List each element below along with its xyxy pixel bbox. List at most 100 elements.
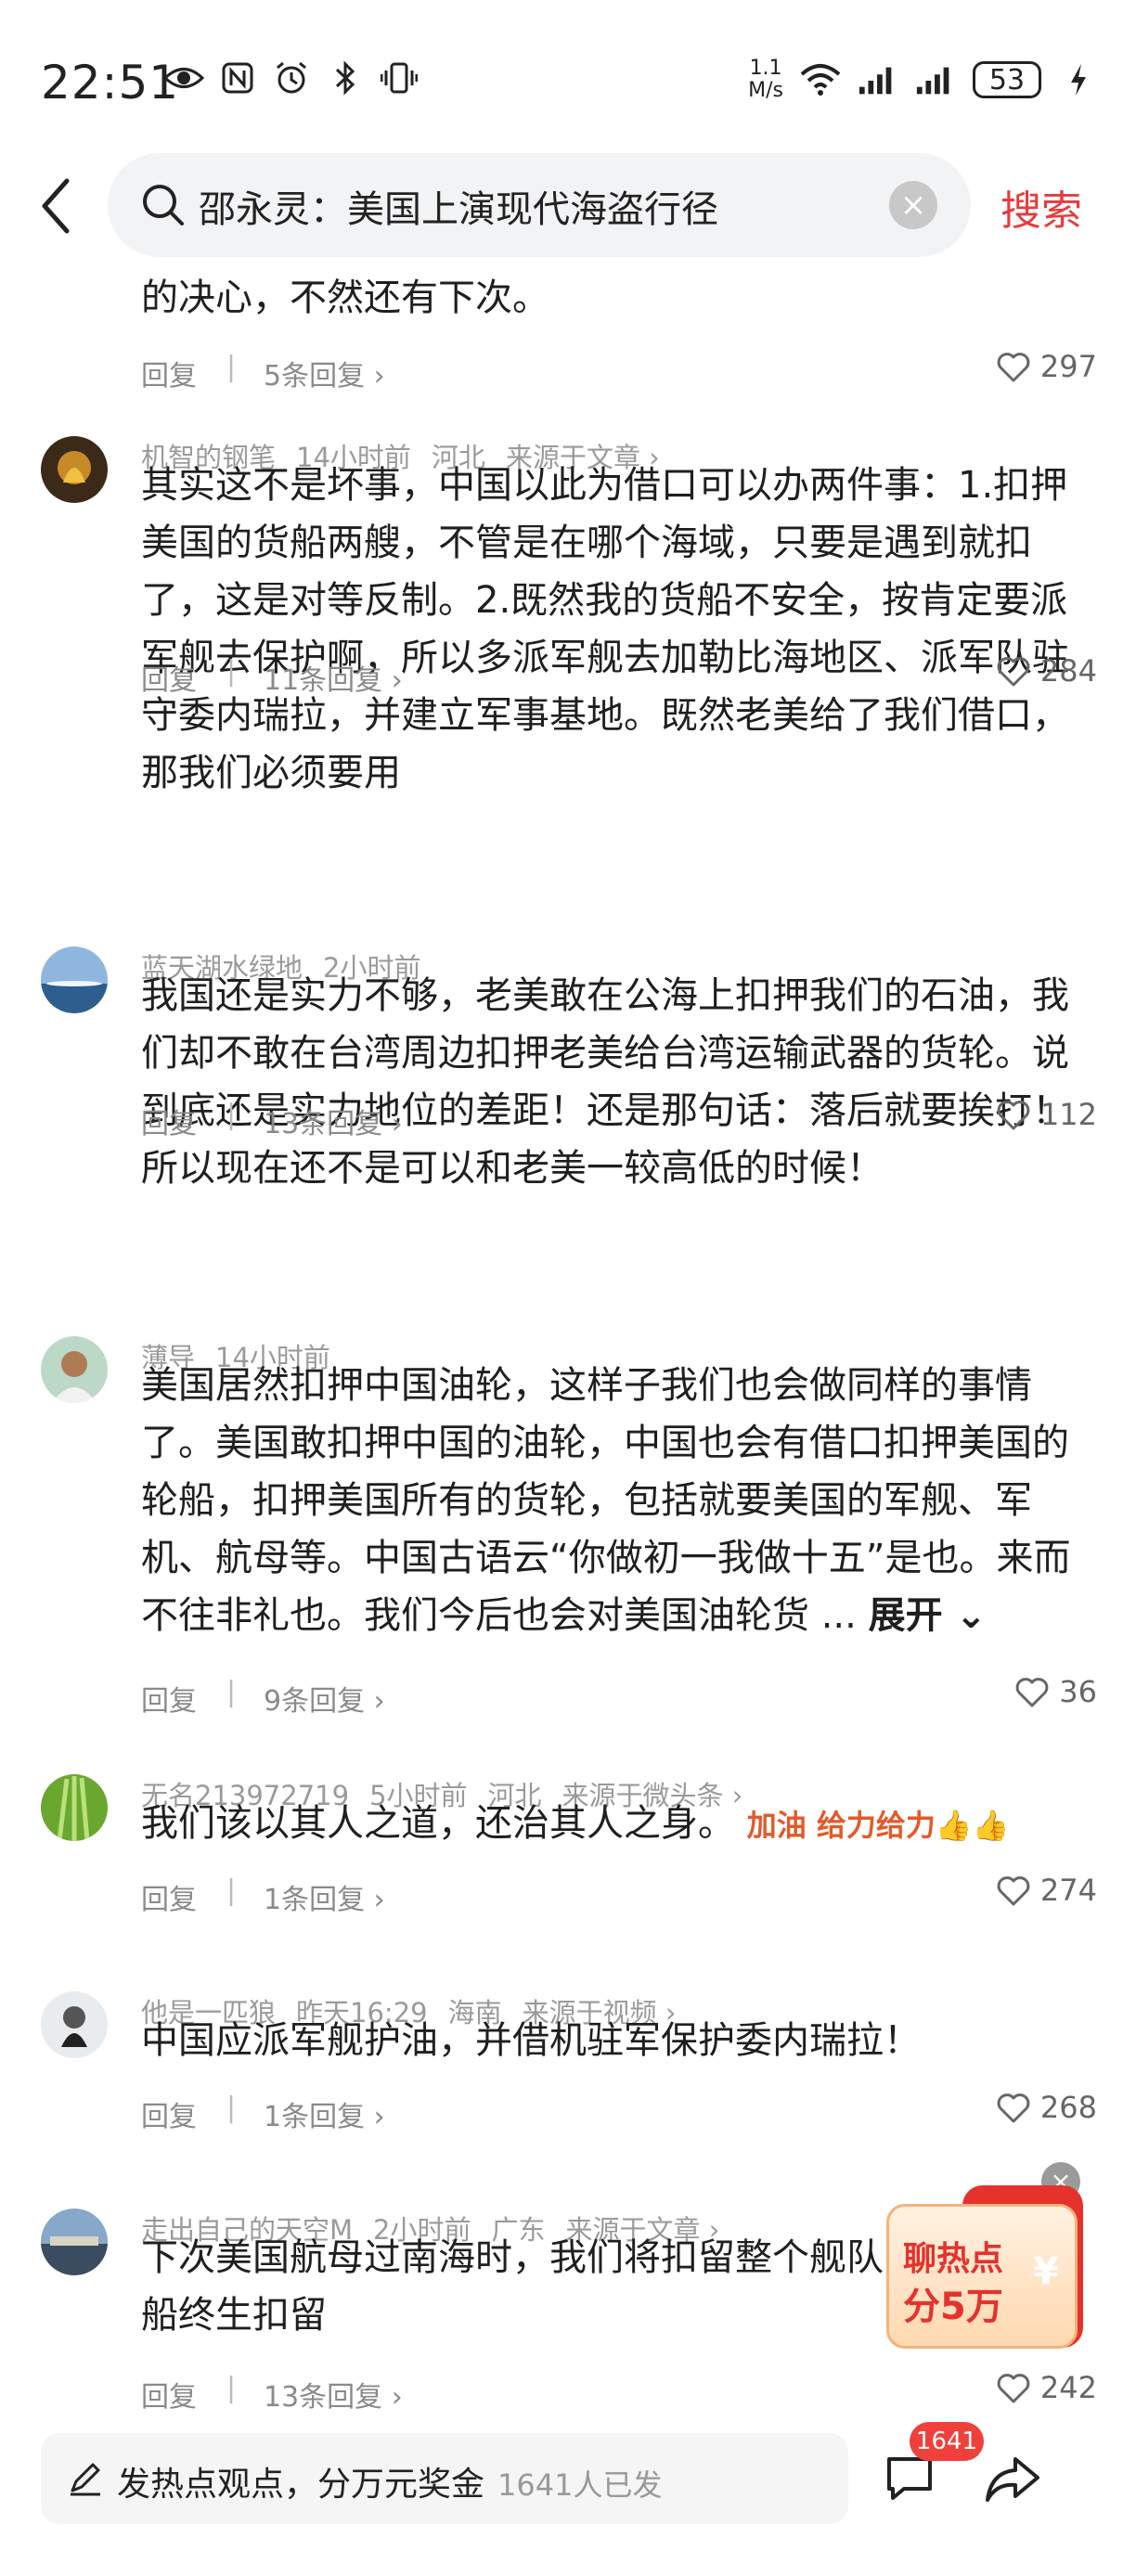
avatar[interactable] bbox=[41, 436, 108, 503]
like-count: 268 bbox=[1039, 2090, 1097, 2125]
eye-icon bbox=[163, 58, 204, 98]
reply-button[interactable]: 回复 bbox=[141, 1101, 197, 1141]
divider: | bbox=[226, 1676, 237, 1708]
comment-text: 中国应派军舰护油，并借机驻军保护委内瑞拉！ bbox=[141, 2019, 921, 2062]
search-button[interactable]: 搜索 bbox=[1000, 177, 1082, 237]
back-button[interactable] bbox=[37, 174, 93, 238]
reply-button[interactable]: 回复 bbox=[141, 1876, 197, 1917]
heart-icon bbox=[997, 2374, 1030, 2403]
heart-icon bbox=[997, 1101, 1030, 1130]
comments-button[interactable] bbox=[884, 2454, 936, 2504]
like-count: 36 bbox=[1059, 1674, 1097, 1709]
avatar[interactable] bbox=[41, 1774, 108, 1841]
like-button[interactable]: 242 bbox=[996, 2370, 1097, 2405]
like-count: 242 bbox=[1039, 2370, 1097, 2405]
hot-topic-promo[interactable]: 聊热点 分5万 ¥ bbox=[886, 2185, 1086, 2349]
heart-icon bbox=[997, 657, 1030, 687]
bottom-bar: 发热点观点，分万元奖金 1641人已发 1641 bbox=[0, 2422, 1136, 2576]
like-count: 112 bbox=[1039, 1097, 1097, 1132]
promo-title: 聊热点 bbox=[903, 2240, 1004, 2278]
comment-text: 我们该以其人之道，还治其人之身。 加油 给力给力👍👍 bbox=[141, 1795, 1097, 1854]
like-count: 284 bbox=[1039, 653, 1097, 689]
search-input[interactable]: 邵永灵：美国上演现代海盗行径 × bbox=[108, 153, 971, 257]
yen-icon: ¥ bbox=[1033, 2250, 1059, 2293]
comment-input[interactable]: 发热点观点，分万元奖金 1641人已发 bbox=[41, 2433, 848, 2524]
divider: | bbox=[226, 655, 237, 688]
reply-button[interactable]: 回复 bbox=[141, 2093, 197, 2134]
avatar[interactable] bbox=[41, 2209, 108, 2275]
like-button[interactable]: 268 bbox=[996, 2090, 1097, 2125]
network-speed: 1.1 M/s bbox=[748, 58, 783, 102]
close-icon: × bbox=[899, 187, 927, 224]
comment-actions: 回复 | 13条回复 › 242 bbox=[141, 2366, 1097, 2418]
reply-count-link[interactable]: 13条回复 › bbox=[264, 1101, 403, 1141]
like-button[interactable]: 274 bbox=[996, 1873, 1097, 1908]
bluetooth-icon bbox=[325, 58, 366, 98]
search-header: 邵永灵：美国上演现代海盗行径 × 搜索 bbox=[0, 153, 1136, 260]
comment-text: 我国还是实力不够，老美敢在公海上扣押我们的石油，我们却不敢在台湾周边扣押老美给台… bbox=[141, 974, 1069, 1190]
comment-actions: 回复 | 1条回复 › 268 bbox=[141, 2086, 1097, 2138]
divider: | bbox=[226, 2372, 237, 2404]
comment-actions: 回复 | 9条回复 › 36 bbox=[141, 1670, 1097, 1722]
share-button[interactable] bbox=[984, 2454, 1041, 2505]
heart-icon bbox=[1015, 1678, 1049, 1707]
signal-icon bbox=[915, 59, 956, 100]
network-speed-value: 1.1 bbox=[749, 57, 782, 80]
heart-icon bbox=[997, 1876, 1030, 1906]
participants-count: 1641人已发 bbox=[497, 2467, 663, 2503]
reply-button[interactable]: 回复 bbox=[141, 1678, 197, 1719]
emoji-stickers: 加油 给力给力👍👍 bbox=[746, 1808, 1010, 1843]
nfc-icon bbox=[217, 58, 258, 98]
expand-button[interactable]: 展开 ⌄ bbox=[869, 1594, 987, 1637]
battery-indicator: 53 bbox=[973, 61, 1041, 98]
divider: | bbox=[226, 351, 237, 383]
vibrate-icon bbox=[379, 58, 420, 98]
pen-icon bbox=[67, 2459, 104, 2496]
reply-button[interactable]: 回复 bbox=[141, 657, 197, 698]
battery-level: 53 bbox=[988, 63, 1026, 97]
like-count: 274 bbox=[1039, 1873, 1097, 1908]
reply-count-link[interactable]: 11条回复 › bbox=[264, 657, 403, 698]
status-right-icons: 1.1 M/s 53 bbox=[748, 58, 1099, 102]
wifi-icon bbox=[800, 59, 841, 100]
search-query: 邵永灵：美国上演现代海盗行径 bbox=[199, 188, 718, 231]
like-button[interactable]: 36 bbox=[1014, 1674, 1097, 1709]
like-count: 297 bbox=[1039, 349, 1097, 384]
reply-count-link[interactable]: 1条回复 › bbox=[264, 1876, 385, 1917]
reply-count-link[interactable]: 13条回复 › bbox=[264, 2374, 403, 2415]
comment-icon bbox=[887, 2457, 932, 2500]
alarm-icon bbox=[271, 58, 312, 98]
avatar[interactable] bbox=[41, 1991, 108, 2058]
comment-text: 其实这不是坏事，中国以此为借口可以办两件事：1.扣押美国的货船两艘，不管是在哪个… bbox=[141, 464, 1069, 794]
comment-actions: 回复 | 1条回复 › 274 bbox=[141, 1869, 1097, 1921]
clear-search-button[interactable]: × bbox=[889, 181, 937, 229]
reply-button[interactable]: 回复 bbox=[141, 2374, 197, 2415]
heart-icon bbox=[997, 353, 1030, 382]
chevron-left-icon bbox=[42, 178, 70, 234]
reply-button[interactable]: 回复 bbox=[141, 353, 197, 393]
status-time: 22:51 bbox=[41, 56, 180, 109]
search-icon bbox=[139, 181, 187, 229]
status-left-icons bbox=[163, 58, 420, 98]
promo-reward: 分5万 bbox=[903, 2286, 1003, 2328]
like-button[interactable]: 112 bbox=[996, 1097, 1097, 1132]
comment-count-badge: 1641 bbox=[910, 2422, 984, 2461]
reply-count-link[interactable]: 5条回复 › bbox=[264, 353, 385, 393]
heart-icon bbox=[997, 2093, 1030, 2123]
comment-text: 的决心，不然还有下次。 bbox=[141, 277, 549, 319]
avatar[interactable] bbox=[41, 1336, 108, 1403]
share-icon bbox=[986, 2457, 1039, 2502]
avatar[interactable] bbox=[41, 947, 108, 1013]
comment-actions: 回复 | 13条回复 › 112 bbox=[141, 1093, 1097, 1145]
divider: | bbox=[226, 2092, 237, 2124]
reply-count-link[interactable]: 1条回复 › bbox=[264, 2093, 385, 2134]
like-button[interactable]: 297 bbox=[996, 349, 1097, 384]
reply-count-link[interactable]: 9条回复 › bbox=[264, 1678, 385, 1719]
comment-text: 美国居然扣押中国油轮，这样子我们也会做同样的事情了。美国敢扣押中国的油轮，中国也… bbox=[141, 1357, 1097, 1644]
comment-input-placeholder: 发热点观点，分万元奖金 1641人已发 bbox=[117, 2457, 662, 2505]
like-button[interactable]: 284 bbox=[996, 653, 1097, 689]
comment-text-content: 我们该以其人之道，还治其人之身。 bbox=[141, 1802, 735, 1845]
network-speed-unit: M/s bbox=[748, 79, 783, 102]
signal-icon bbox=[858, 59, 898, 100]
charging-icon bbox=[1058, 59, 1099, 100]
